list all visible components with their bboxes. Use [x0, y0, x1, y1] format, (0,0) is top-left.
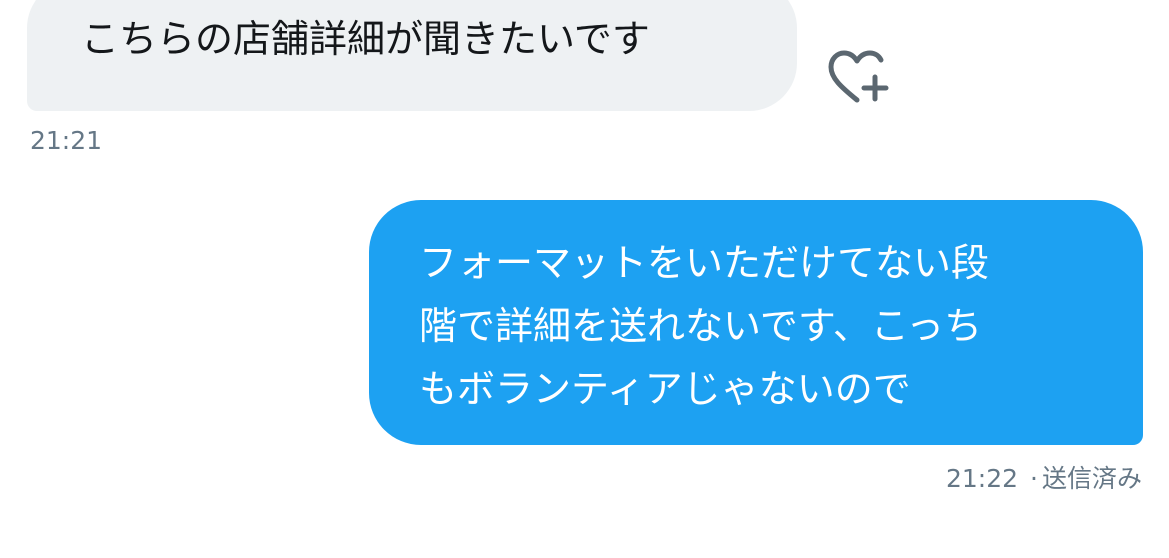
incoming-message-text: こちらの店舗詳細が聞きたいです: [81, 17, 650, 61]
heart-plus-icon: [827, 47, 891, 105]
add-reaction-button[interactable]: [827, 47, 891, 105]
incoming-timestamp: 21:21: [30, 126, 103, 155]
outgoing-timestamp: 21:22: [945, 464, 1019, 493]
outgoing-message-meta: 21:22 · 送信済み: [946, 459, 1142, 495]
incoming-message-bubble[interactable]: こちらの店舗詳細が聞きたいです: [27, 0, 797, 111]
outgoing-message-line: もボランティアじゃないので: [419, 367, 911, 411]
meta-separator: ·: [1030, 464, 1038, 493]
outgoing-message-line: 階で詳細を送れないです、こっち: [419, 304, 983, 348]
sent-status: 送信済み: [1041, 464, 1142, 493]
outgoing-message-bubble[interactable]: フォーマットをいただけてない段 階で詳細を送れないです、こっち もボランティアじ…: [369, 200, 1143, 445]
outgoing-message-line: フォーマットをいただけてない段: [419, 241, 990, 285]
